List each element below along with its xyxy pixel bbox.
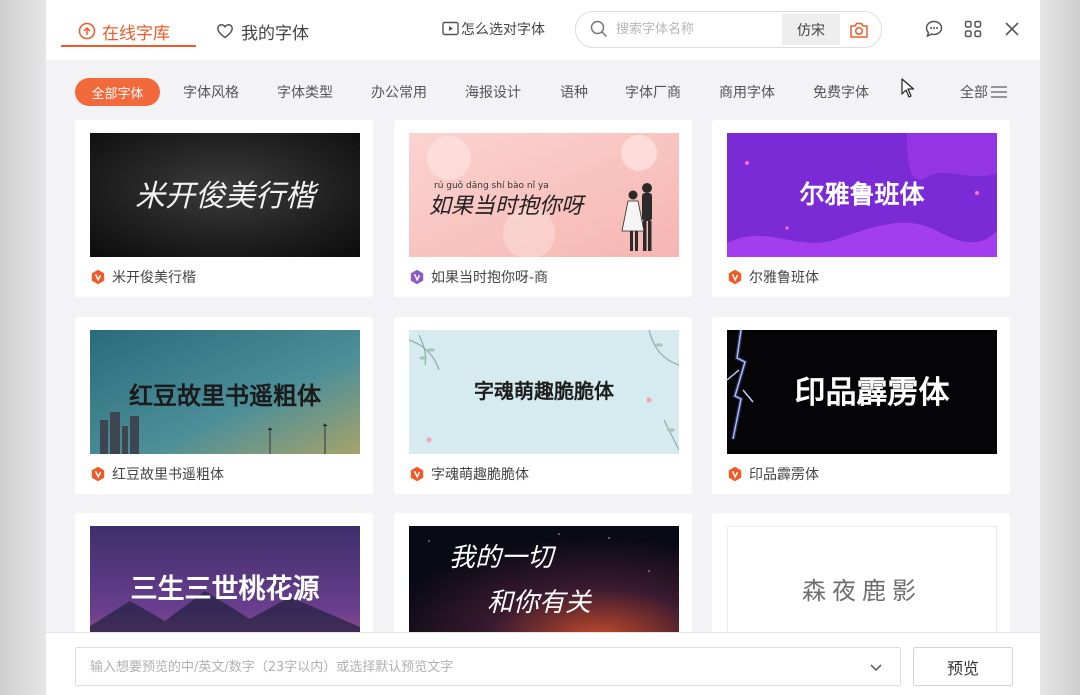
font-card[interactable]: 红豆故里书遥粗体 红豆故里书遥粗体 bbox=[75, 317, 373, 494]
category-font-type[interactable]: 字体类型 bbox=[277, 78, 333, 106]
font-preview-image: 字魂萌趣脆脆体 bbox=[409, 330, 679, 454]
font-vendor-badge-icon bbox=[410, 269, 424, 285]
video-play-icon bbox=[442, 21, 459, 37]
thumb-text: 字魂萌趣脆脆体 bbox=[474, 379, 615, 403]
font-vendor-badge-icon bbox=[91, 466, 105, 482]
apps-grid-icon[interactable] bbox=[962, 18, 984, 40]
thumb-text: 米开俊美行楷 bbox=[135, 179, 319, 214]
category-commercial[interactable]: 商用字体 bbox=[719, 78, 775, 106]
camera-icon[interactable] bbox=[842, 14, 876, 45]
thumb-text: 红豆故里书遥粗体 bbox=[129, 382, 322, 410]
thumb-text: 我的一切 bbox=[449, 543, 557, 573]
preview-button[interactable]: 预览 bbox=[913, 647, 1013, 686]
font-name: 印品霹雳体 bbox=[749, 467, 819, 483]
font-preview-image: 红豆故里书遥粗体 bbox=[90, 330, 360, 454]
font-name: 红豆故里书遥粗体 bbox=[112, 467, 224, 483]
font-vendor-badge-icon bbox=[728, 466, 742, 482]
font-vendor-badge-icon bbox=[728, 269, 742, 285]
search-icon bbox=[590, 20, 608, 42]
category-free[interactable]: 免费字体 bbox=[813, 78, 869, 106]
category-filter-bar: 全部字体 字体风格 字体类型 办公常用 海报设计 语种 字体厂商 商用字体 免费… bbox=[46, 60, 1040, 120]
thumb-text: 印品霹雳体 bbox=[795, 375, 950, 411]
how-to-choose-font-label: 怎么选对字体 bbox=[461, 22, 545, 38]
font-preview-image: 尔雅鲁班体 bbox=[727, 133, 997, 257]
menu-icon bbox=[990, 84, 1008, 100]
category-office[interactable]: 办公常用 bbox=[371, 78, 427, 106]
thumb-text: 三生三世桃花源 bbox=[131, 574, 320, 605]
tab-my-fonts[interactable]: 我的字体 bbox=[216, 14, 309, 48]
search-font-style-label[interactable]: 仿宋 bbox=[782, 14, 840, 45]
preview-text-field bbox=[75, 647, 901, 686]
font-preview-image: rú guǒ dāng shí bào nǐ ya 如果当时抱你呀 bbox=[409, 133, 679, 257]
font-card[interactable]: 印品霹雳体 印品霹雳体 bbox=[712, 317, 1010, 494]
category-font-style[interactable]: 字体风格 bbox=[183, 78, 239, 106]
font-library-window: 在线字库 我的字体 怎么选对字体 仿宋 bbox=[46, 0, 1040, 695]
category-all-label: 全部 bbox=[960, 85, 988, 101]
font-preview-image: 印品霹雳体 bbox=[727, 330, 997, 454]
close-icon[interactable] bbox=[1001, 18, 1023, 40]
category-all-fonts[interactable]: 全部字体 bbox=[75, 78, 160, 106]
font-card[interactable]: 字魂萌趣脆脆体 字魂萌趣脆脆体 bbox=[394, 317, 692, 494]
search-input[interactable] bbox=[616, 20, 796, 38]
font-name: 字魂萌趣脆脆体 bbox=[431, 467, 529, 483]
chat-feedback-icon[interactable] bbox=[923, 18, 945, 40]
active-tab-indicator bbox=[61, 45, 196, 47]
cloud-upload-icon bbox=[78, 22, 96, 40]
category-vendor[interactable]: 字体厂商 bbox=[625, 78, 681, 106]
thumb-text: 如果当时抱你呀 bbox=[429, 194, 587, 219]
heart-icon bbox=[216, 22, 234, 40]
font-preview-image: 米开俊美行楷 bbox=[90, 133, 360, 257]
mouse-cursor-icon bbox=[901, 78, 915, 102]
font-vendor-badge-icon bbox=[91, 269, 105, 285]
preview-text-input[interactable] bbox=[90, 658, 850, 676]
thumb-text: 尔雅鲁班体 bbox=[799, 180, 925, 209]
tab-my-fonts-label: 我的字体 bbox=[241, 23, 309, 44]
tab-online-label: 在线字库 bbox=[102, 23, 170, 44]
category-language[interactable]: 语种 bbox=[560, 78, 588, 106]
thumb-pinyin: rú guǒ dāng shí bào nǐ ya bbox=[434, 180, 549, 191]
font-name: 尔雅鲁班体 bbox=[749, 270, 819, 286]
desktop-left-edge bbox=[0, 0, 46, 695]
font-vendor-badge-icon bbox=[410, 466, 424, 482]
category-all-menu[interactable]: 全部 bbox=[960, 78, 1008, 106]
preview-text-bar: 预览 bbox=[46, 632, 1040, 695]
how-to-choose-font-link[interactable]: 怎么选对字体 bbox=[442, 18, 545, 40]
title-bar: 在线字库 我的字体 怎么选对字体 仿宋 bbox=[46, 0, 1040, 60]
font-name: 如果当时抱你呀-商 bbox=[431, 270, 549, 286]
font-card[interactable]: 尔雅鲁班体 尔雅鲁班体 bbox=[712, 120, 1010, 297]
thumb-text-line2: 和你有关 bbox=[487, 588, 592, 618]
font-search-box: 仿宋 bbox=[575, 11, 882, 48]
thumb-text: 森夜鹿影 bbox=[802, 577, 922, 605]
desktop-right-edge bbox=[1040, 0, 1080, 695]
font-card[interactable]: rú guǒ dāng shí bào nǐ ya 如果当时抱你呀 如果当时抱你… bbox=[394, 120, 692, 297]
font-card[interactable]: 米开俊美行楷 米开俊美行楷 bbox=[75, 120, 373, 297]
category-poster-design[interactable]: 海报设计 bbox=[465, 78, 521, 106]
font-name: 米开俊美行楷 bbox=[112, 270, 196, 286]
tab-online-library[interactable]: 在线字库 bbox=[78, 14, 170, 48]
chevron-down-icon[interactable] bbox=[866, 657, 886, 677]
